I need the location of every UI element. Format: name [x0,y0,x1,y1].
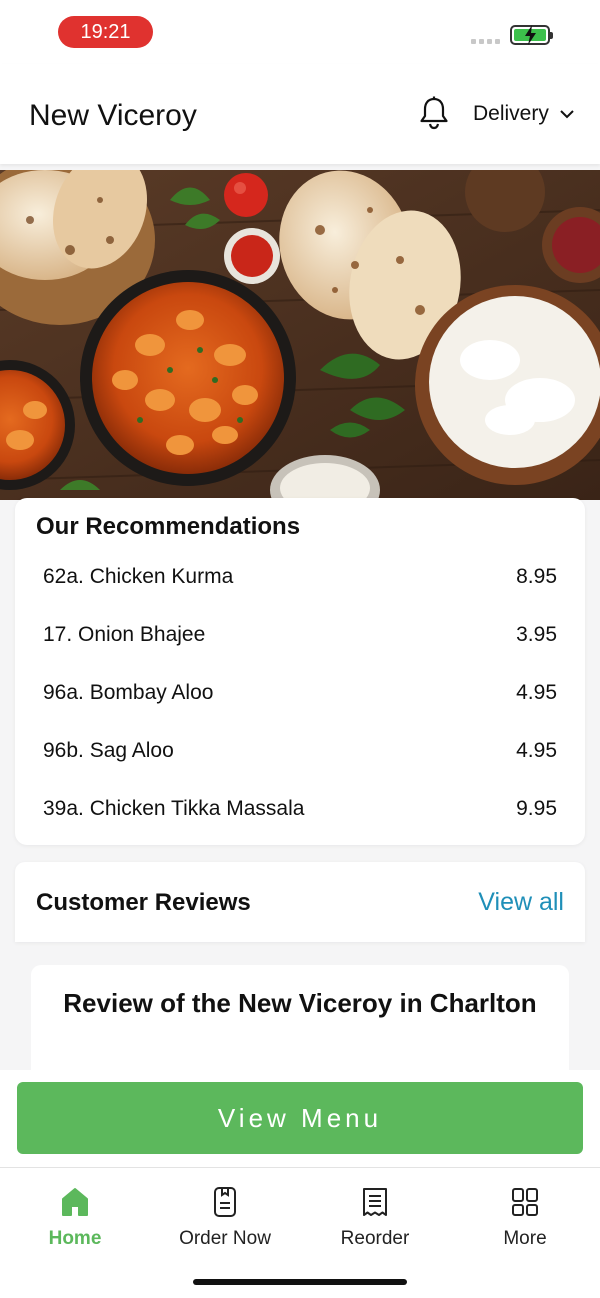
review-title: Review of the New Viceroy in Charlton [63,988,537,1018]
delivery-mode-select[interactable]: Delivery [473,102,575,126]
review-card[interactable]: Review of the New Viceroy in Charlton [31,965,569,1075]
view-menu-button[interactable]: View Menu [17,1082,583,1154]
status-time: 19:21 [58,16,153,48]
item-price: 3.95 [516,623,557,646]
item-name: 96a. Bombay Aloo [43,681,214,704]
hero-food-image [0,170,600,500]
item-name: 39a. Chicken Tikka Massala [43,797,305,820]
tab-label: More [503,1228,547,1249]
list-item[interactable]: 96b. Sag Aloo 4.95 [15,722,585,780]
item-name: 96b. Sag Aloo [43,739,174,762]
receipt-icon [363,1188,387,1216]
bell-icon[interactable] [418,95,450,131]
delivery-mode-label: Delivery [473,102,549,125]
item-price: 9.95 [516,797,557,820]
customer-reviews-header: Customer Reviews View all [15,862,585,942]
tab-label: Home [48,1228,102,1249]
list-item[interactable]: 62a. Chicken Kurma 8.95 [15,548,585,606]
item-price: 4.95 [516,739,557,762]
tab-label: Reorder [340,1228,410,1249]
signal-icon [471,39,500,44]
bottom-tab-bar: Home Order Now Reorder More [0,1167,600,1298]
home-indicator [193,1279,407,1285]
home-icon [62,1188,88,1216]
recommendations-title: Our Recommendations [36,513,301,540]
list-item[interactable]: 96a. Bombay Aloo 4.95 [15,664,585,722]
item-name: 17. Onion Bhajee [43,623,206,646]
tab-reorder[interactable]: Reorder [300,1186,450,1250]
battery-icon [510,25,553,45]
item-name: 62a. Chicken Kurma [43,565,234,588]
app-header: New Viceroy Delivery [0,64,600,164]
page-title: New Viceroy [29,99,197,132]
view-menu-bar: View Menu [0,1070,600,1167]
view-all-link[interactable]: View all [478,888,564,917]
item-price: 8.95 [516,565,557,588]
grid-icon [512,1188,538,1216]
list-item[interactable]: 17. Onion Bhajee 3.95 [15,606,585,664]
tab-label: Order Now [179,1228,271,1249]
chevron-down-icon [560,110,574,119]
tab-more[interactable]: More [450,1186,600,1250]
order-icon [214,1187,236,1217]
tab-order-now[interactable]: Order Now [150,1186,300,1250]
status-bar: 19:21 [0,0,600,64]
item-price: 4.95 [516,681,557,704]
tab-home[interactable]: Home [0,1186,150,1250]
reviews-title: Customer Reviews [36,889,251,916]
recommendations-card: Our Recommendations 62a. Chicken Kurma 8… [15,498,585,845]
list-item[interactable]: 39a. Chicken Tikka Massala 9.95 [15,780,585,838]
